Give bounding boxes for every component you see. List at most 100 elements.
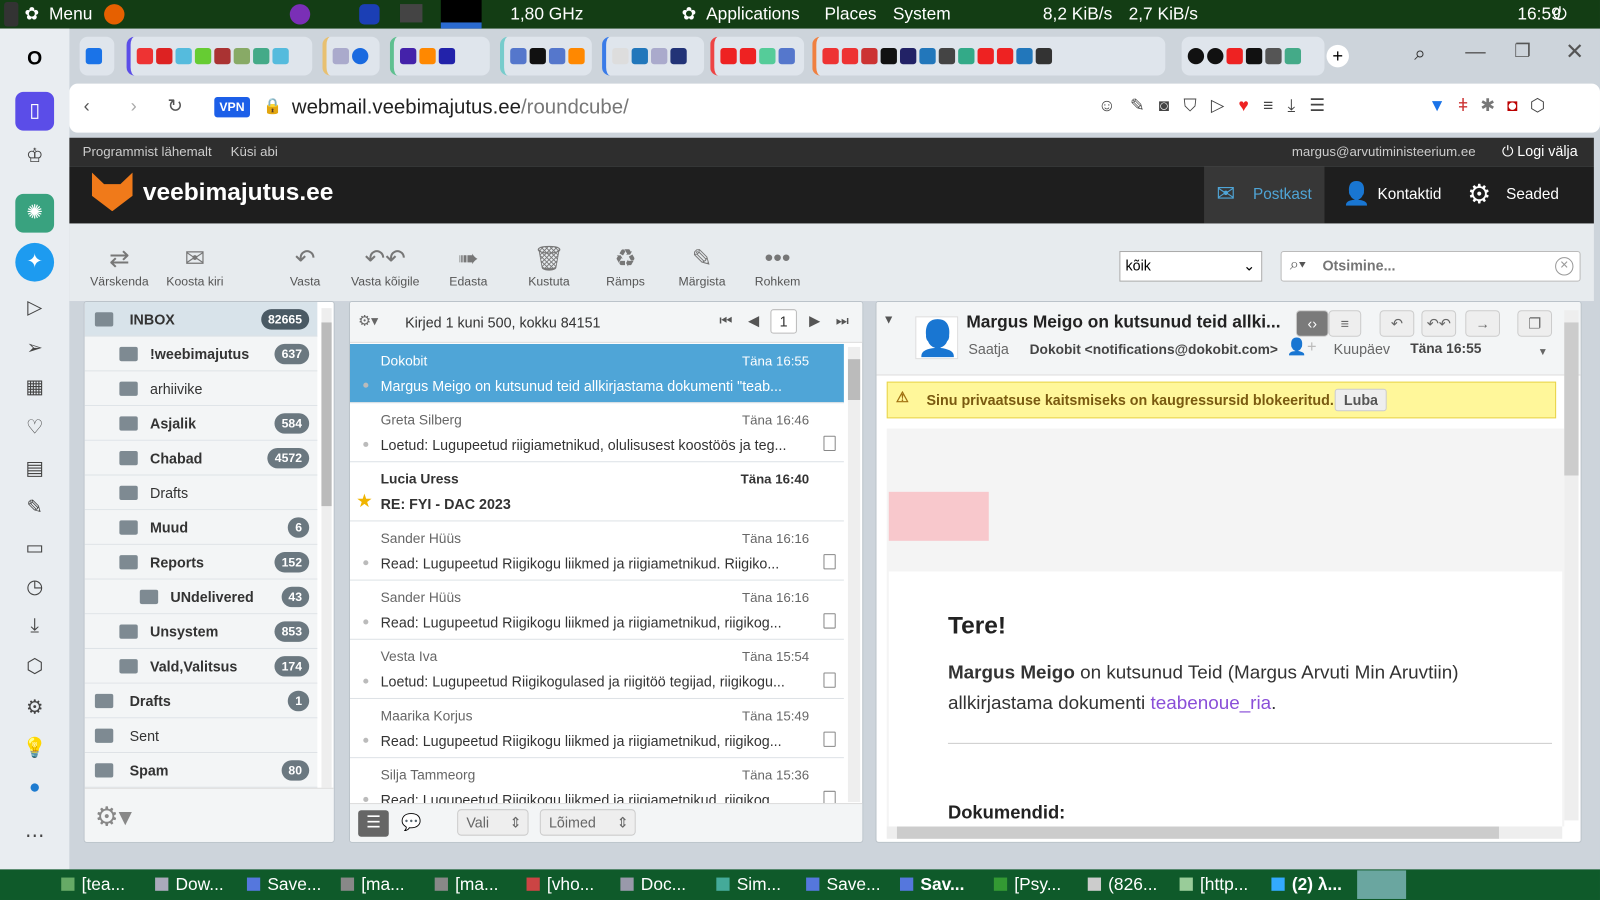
taskbar-item[interactable]: Save...: [827, 874, 881, 894]
system-menu[interactable]: System: [893, 4, 951, 24]
forward-button[interactable]: ➠ Edasta: [433, 244, 504, 289]
preview-h-scrollbar[interactable]: [886, 826, 1563, 839]
taskbar-item[interactable]: [tea...: [82, 874, 125, 894]
folder-item[interactable]: Muud 6: [84, 510, 318, 545]
prev-page-button[interactable]: ◀: [748, 312, 759, 329]
taskbar-item[interactable]: Sav...: [920, 874, 964, 894]
tab-group[interactable]: [322, 36, 380, 76]
news-icon[interactable]: ▤: [22, 457, 46, 481]
folder-scrollbar[interactable]: [321, 308, 332, 788]
tab-group[interactable]: [710, 36, 805, 76]
status-dot-icon[interactable]: [363, 796, 369, 803]
taskbar-item[interactable]: [ma...: [455, 874, 498, 894]
threads-menu[interactable]: Lõimed ⇕: [539, 809, 636, 836]
folder-item[interactable]: UNdelivered 43: [84, 579, 318, 615]
taskbar-item[interactable]: Doc...: [641, 874, 686, 894]
first-page-button[interactable]: ⏮: [719, 312, 732, 329]
status-dot-icon[interactable]: [363, 737, 369, 743]
status-dot-icon[interactable]: [363, 382, 369, 388]
extension-icons[interactable]: ▼ǂ✱◘⬡: [1429, 96, 1558, 116]
lock-icon[interactable]: 🔒: [263, 97, 282, 115]
message-row[interactable]: Greta Silberg Täna 16:46 Loetud: Lugupeetu…: [349, 403, 844, 463]
folder-settings-icon[interactable]: ⚙▾: [95, 801, 132, 833]
search-input[interactable]: [1322, 257, 1547, 274]
document-link[interactable]: teabenoue_ria: [1150, 692, 1271, 713]
bulb-icon[interactable]: 💡: [22, 737, 47, 761]
url-field[interactable]: webmail.veebimajutus.ee/roundcube/: [292, 96, 629, 119]
clear-search-icon[interactable]: ✕: [1555, 257, 1574, 276]
folder-item[interactable]: INBOX 82665: [84, 302, 318, 337]
folder-item[interactable]: Reports 152: [84, 544, 318, 580]
terminal-icon[interactable]: [399, 4, 423, 23]
nav-mail[interactable]: ✉ Postkast: [1204, 166, 1325, 224]
heart-icon[interactable]: ♡: [22, 416, 46, 440]
places-menu[interactable]: Places: [824, 4, 876, 24]
status-dot-icon[interactable]: [363, 441, 369, 447]
help-link[interactable]: Küsi abi: [231, 144, 278, 159]
reply-icon-button[interactable]: ↶: [1379, 310, 1415, 337]
forward-button[interactable]: ›: [131, 96, 137, 117]
folder-item[interactable]: Vald,Valitsus 174: [84, 648, 318, 684]
tab-group[interactable]: [389, 36, 490, 76]
collapse-icon[interactable]: ▼: [883, 312, 895, 326]
html-view-button[interactable]: ‹›: [1295, 310, 1329, 337]
tab-group[interactable]: [1181, 36, 1325, 76]
opera-icon[interactable]: [359, 4, 380, 25]
mark-button[interactable]: ✎ Märgista: [666, 244, 737, 289]
folder-item[interactable]: Drafts 1: [84, 683, 318, 719]
taskbar-active-window[interactable]: [1357, 870, 1407, 899]
about-link[interactable]: Programmist lähemalt: [83, 144, 212, 159]
chatgpt-icon[interactable]: ✺: [15, 193, 55, 233]
flag-star-icon[interactable]: ★: [356, 491, 372, 512]
box-icon[interactable]: ⬡: [22, 655, 46, 679]
taskbar-item[interactable]: [Psy...: [1014, 874, 1061, 894]
minimize-button[interactable]: —: [1465, 41, 1485, 64]
open-window-button[interactable]: ❐: [1517, 310, 1553, 337]
settings-icon[interactable]: ⚙: [22, 696, 46, 720]
add-contact-icon[interactable]: 👤+: [1287, 337, 1317, 357]
folder-item[interactable]: arhiivike: [84, 371, 318, 407]
page-number[interactable]: 1: [770, 309, 797, 334]
details-toggle-icon[interactable]: ▼: [1538, 347, 1548, 358]
taskbar-item[interactable]: [http...: [1200, 874, 1248, 894]
plain-view-button[interactable]: ≡: [1328, 310, 1362, 337]
list-options-icon[interactable]: ⚙▾: [358, 312, 378, 329]
reply-all-button[interactable]: ↶↶ Vasta kõigile: [347, 244, 424, 289]
close-window-button[interactable]: ✕: [1565, 39, 1584, 66]
logout-button[interactable]: ⏻ Logi välja: [1502, 143, 1578, 160]
list-scrollbar[interactable]: [847, 346, 861, 803]
reload-button[interactable]: ↻: [167, 96, 182, 117]
folder-item[interactable]: Drafts: [84, 475, 318, 511]
tab-search-icon[interactable]: ⌕: [1414, 43, 1425, 66]
delete-button[interactable]: 🗑 Kustuta: [513, 244, 584, 289]
last-page-button[interactable]: ⏭: [836, 312, 849, 329]
message-row[interactable]: Maarika Korjus Täna 15:49 Read: Lugupeetud…: [349, 699, 844, 759]
allow-button[interactable]: Luba: [1334, 388, 1388, 412]
tabs-icon[interactable]: ▭: [22, 537, 46, 561]
nav-contacts[interactable]: 👤 Kontaktid: [1337, 166, 1459, 223]
address-bar-actions[interactable]: ☺✎◙⛉▷♥≡⤓☰: [1098, 96, 1339, 116]
next-page-button[interactable]: ▶: [809, 312, 820, 329]
junk-button[interactable]: ♻ Rämps: [590, 244, 661, 289]
preview-scrollbar[interactable]: [1564, 310, 1579, 821]
tab-group[interactable]: [602, 36, 705, 76]
folder-item[interactable]: Unsystem 853: [84, 614, 318, 649]
message-row[interactable]: Silja Tammeorg Täna 15:36 Read: Lugupeetud…: [350, 758, 844, 804]
opera-logo-icon[interactable]: O: [22, 47, 46, 71]
restore-button[interactable]: ❐: [1514, 41, 1530, 62]
folder-item[interactable]: Asjalik 584: [84, 406, 318, 441]
folder-item[interactable]: Spam 80: [84, 753, 318, 788]
status-dot-icon[interactable]: [363, 619, 369, 625]
threads-icon[interactable]: 💬: [401, 812, 421, 832]
panel-left-arrow[interactable]: [4, 2, 19, 27]
message-row[interactable]: Dokobit Täna 16:55 Margus Meigo on kutsunu…: [349, 343, 844, 404]
refresh-button[interactable]: ⇄ Värskenda: [84, 244, 155, 289]
select-menu[interactable]: Vali ⇕: [457, 809, 529, 836]
power-icon[interactable]: ⏻: [1553, 4, 1567, 24]
reply-button[interactable]: ↶ Vasta: [269, 244, 340, 289]
message-row[interactable]: Lucia Uress Täna 16:40 ★ RE: FYI - DAC 2023: [349, 462, 844, 522]
apps-icon[interactable]: ▦: [22, 376, 46, 400]
message-row[interactable]: Sander Hüüs Täna 16:16 Read: Lugupeetud Ri…: [349, 581, 844, 640]
more-button[interactable]: ••• Rohkem: [742, 244, 813, 289]
message-row[interactable]: Vesta Iva Täna 15:54 Loetud: Lugupeetud Ri…: [349, 640, 844, 699]
